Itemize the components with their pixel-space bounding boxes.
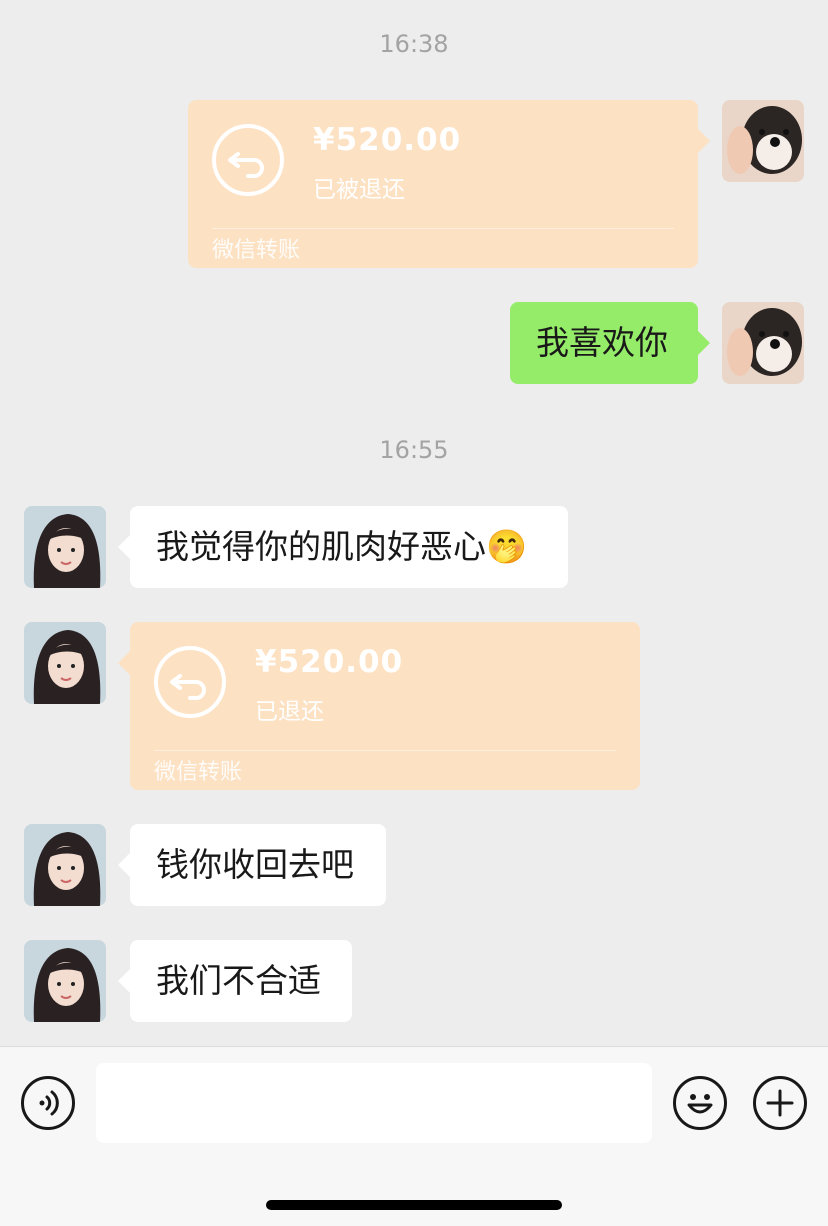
- message-text: 钱你收回去吧: [156, 845, 354, 884]
- message-text: 我觉得你的肌肉好恶心: [156, 527, 486, 566]
- contact-avatar[interactable]: [24, 824, 106, 906]
- received-message-bubble[interactable]: 钱你收回去吧: [118, 824, 386, 906]
- return-arrow-icon: [154, 646, 226, 718]
- return-arrow-icon: [212, 124, 284, 196]
- received-message-bubble[interactable]: 我们不合适: [118, 940, 352, 1022]
- transfer-amount: ¥520.00: [313, 122, 462, 158]
- my-avatar[interactable]: [722, 100, 804, 182]
- received-message-bubble[interactable]: 我觉得你的肌肉好恶心🤭: [118, 506, 568, 588]
- timestamp: 16:55: [379, 436, 449, 464]
- transfer-status: 已被退还: [313, 177, 405, 203]
- plus-icon[interactable]: [753, 1076, 807, 1130]
- hand-over-mouth-emoji-icon: 🤭: [486, 527, 528, 566]
- message-text: 我喜欢你: [536, 323, 668, 362]
- contact-avatar[interactable]: [24, 506, 106, 588]
- divider: [154, 750, 616, 751]
- my-avatar[interactable]: [722, 302, 804, 384]
- home-indicator[interactable]: [266, 1200, 562, 1210]
- contact-avatar[interactable]: [24, 940, 106, 1022]
- sent-message-bubble[interactable]: 我喜欢你: [510, 302, 710, 384]
- transfer-amount: ¥520.00: [255, 644, 404, 680]
- received-transfer-card[interactable]: ¥520.00 已退还 微信转账: [118, 622, 640, 790]
- input-bar: [0, 1046, 828, 1226]
- transfer-footer: 微信转账: [212, 238, 301, 263]
- smile-emoji-icon[interactable]: [673, 1076, 727, 1130]
- sent-transfer-card[interactable]: ¥520.00 已被退还 微信转账: [188, 100, 710, 268]
- transfer-footer: 微信转账: [154, 760, 243, 785]
- message-text: 我们不合适: [156, 961, 321, 1000]
- timestamp: 16:38: [379, 30, 449, 58]
- divider: [212, 228, 674, 229]
- voice-icon[interactable]: [21, 1076, 75, 1130]
- message-input[interactable]: [96, 1063, 652, 1143]
- transfer-status: 已退还: [255, 699, 324, 725]
- contact-avatar[interactable]: [24, 622, 106, 704]
